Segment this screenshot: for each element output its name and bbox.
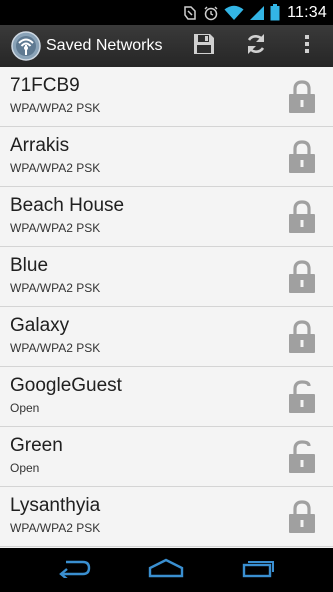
home-button[interactable]: [136, 548, 196, 592]
network-security: Open: [10, 461, 40, 475]
network-security: WPA/WPA2 PSK: [10, 161, 101, 175]
save-icon: [192, 32, 216, 61]
lock-closed-icon: [288, 140, 316, 174]
network-security: WPA/WPA2 PSK: [10, 521, 101, 535]
network-ssid: Galaxy: [10, 315, 70, 336]
network-ssid: Lysanthyia: [10, 495, 101, 516]
battery-icon: [270, 4, 280, 21]
back-icon: [57, 558, 91, 583]
status-icons: 11:34: [182, 0, 327, 25]
alarm-icon: [203, 5, 219, 21]
network-row[interactable]: Blue WPA/WPA2 PSK: [0, 247, 333, 307]
network-ssid: Beach House: [10, 195, 125, 216]
status-bar: 11:34: [0, 0, 333, 25]
page-title: Saved Networks: [46, 37, 163, 54]
app-icon[interactable]: [11, 31, 41, 61]
lock-open-icon: [288, 440, 316, 474]
action-bar: Saved Networks: [0, 25, 333, 68]
network-ssid: 71FCB9: [10, 75, 80, 96]
network-security: WPA/WPA2 PSK: [10, 221, 101, 235]
network-ssid: Green: [10, 435, 63, 456]
recent-apps-icon: [242, 558, 274, 583]
save-button[interactable]: [184, 25, 224, 67]
network-row[interactable]: Green Open: [0, 427, 333, 487]
recent-apps-button[interactable]: [228, 548, 288, 592]
refresh-button[interactable]: [236, 25, 276, 67]
signal-icon: [249, 5, 265, 21]
network-row[interactable]: GoogleGuest Open: [0, 367, 333, 427]
unknown-notification-icon: [182, 5, 198, 21]
lock-closed-icon: [288, 80, 316, 114]
lock-closed-icon: [288, 500, 316, 534]
refresh-icon: [244, 32, 268, 61]
network-list[interactable]: 71FCB9 WPA/WPA2 PSK Arrakis WPA/WPA2 PSK…: [0, 67, 333, 548]
network-row[interactable]: Galaxy WPA/WPA2 PSK: [0, 307, 333, 367]
network-security: WPA/WPA2 PSK: [10, 101, 101, 115]
overflow-menu-button[interactable]: [288, 25, 326, 67]
network-security: Open: [10, 401, 40, 415]
network-ssid: Blue: [10, 255, 49, 276]
network-ssid: GoogleGuest: [10, 375, 122, 396]
lock-closed-icon: [288, 200, 316, 234]
status-time: 11:34: [287, 3, 327, 21]
lock-closed-icon: [288, 260, 316, 294]
navigation-bar: [0, 548, 333, 592]
wifi-icon: [224, 5, 244, 21]
network-row[interactable]: Lysanthyia WPA/WPA2 PSK: [0, 487, 333, 547]
overflow-menu-icon: [304, 34, 310, 59]
network-security: WPA/WPA2 PSK: [10, 281, 101, 295]
lock-closed-icon: [288, 320, 316, 354]
lock-open-icon: [288, 380, 316, 414]
network-ssid: Arrakis: [10, 135, 70, 156]
back-button[interactable]: [44, 548, 104, 592]
network-row[interactable]: Arrakis WPA/WPA2 PSK: [0, 127, 333, 187]
network-row[interactable]: 71FCB9 WPA/WPA2 PSK: [0, 67, 333, 127]
network-security: WPA/WPA2 PSK: [10, 341, 101, 355]
home-icon: [148, 558, 184, 583]
network-row[interactable]: Beach House WPA/WPA2 PSK: [0, 187, 333, 247]
